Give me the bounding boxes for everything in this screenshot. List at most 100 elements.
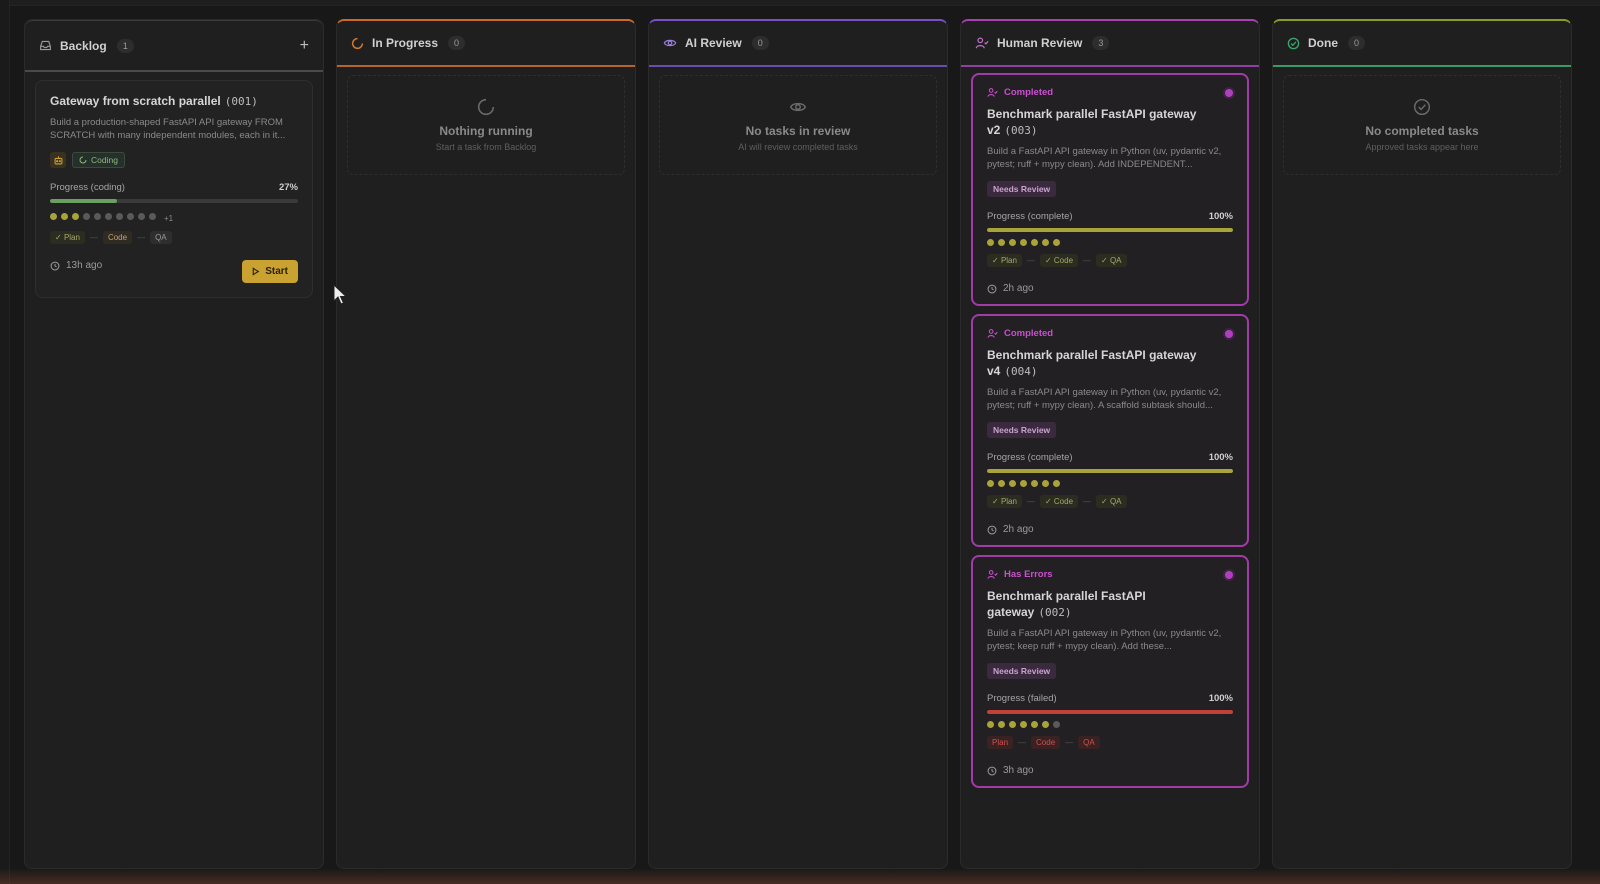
add-task-button[interactable]: + [300, 37, 309, 55]
time-label: 3h ago [1003, 765, 1034, 776]
task-description: Build a FastAPI API gateway in Python (u… [987, 146, 1222, 170]
column-title: Backlog [60, 38, 107, 53]
phase-separator: — [137, 233, 146, 242]
task-card[interactable]: Completed Benchmark parallel FastAPI gat… [971, 73, 1249, 306]
task-time: 3h ago [987, 765, 1233, 776]
subtask-dot [72, 213, 79, 220]
task-description: Build a production-shaped FastAPI API ga… [50, 117, 286, 141]
column-header-human-review: Human Review 3 [961, 21, 1259, 67]
mouse-cursor-icon [333, 284, 348, 305]
subtask-dot [116, 213, 123, 220]
phase-separator: — [89, 233, 98, 242]
spinner-icon [351, 37, 364, 49]
empty-state: No completed tasks Approved tasks appear… [1283, 75, 1561, 175]
phase-separator: — [1018, 738, 1027, 747]
column-title: In Progress [372, 36, 439, 50]
phase-qa: QA [1078, 736, 1100, 749]
progress-percent: 100% [1208, 693, 1233, 704]
phase-plan: ✓ Plan [987, 495, 1022, 508]
status-label: Has Errors [1004, 569, 1053, 580]
progress-label: Progress (complete) [987, 452, 1073, 463]
task-id: (004) [1004, 365, 1038, 378]
time-label: 13h ago [66, 260, 103, 271]
left-edge [0, 0, 10, 884]
column-count: 3 [1092, 36, 1110, 50]
progress-percent: 100% [1208, 452, 1233, 463]
progress-label: Progress (coding) [50, 182, 125, 193]
column-title: Human Review [997, 36, 1083, 50]
status-row: Completed [987, 328, 1233, 339]
phase-separator: — [1065, 738, 1074, 747]
column-title: Done [1308, 36, 1338, 50]
column-count: 1 [116, 38, 134, 53]
spinner-icon [79, 156, 87, 164]
time-label: 2h ago [1003, 524, 1034, 535]
phase-code: Code [102, 231, 133, 244]
subtask-dot [1053, 721, 1060, 728]
task-card[interactable]: Has Errors Benchmark parallel FastAPI ga… [971, 555, 1249, 788]
phase-code: Code [1031, 736, 1061, 749]
user-check-icon [975, 37, 989, 49]
phase-label: Plan [992, 738, 1009, 747]
eye-icon [663, 39, 677, 47]
subtask-dot [1009, 721, 1016, 728]
empty-subtitle: Approved tasks appear here [1365, 142, 1479, 152]
task-card[interactable]: Gateway from scratch parallel (001) Build… [35, 80, 313, 298]
subtask-dot [83, 213, 90, 220]
phase-label: Plan [1000, 256, 1017, 265]
coding-badge-label: Coding [91, 155, 118, 165]
subtask-dot [1009, 480, 1016, 487]
subtask-dot [61, 213, 68, 220]
column-done: Done 0 No completed tasks Approved tasks… [1272, 19, 1572, 869]
column-header-backlog: Backlog 1 + [25, 20, 323, 72]
clock-icon [987, 766, 997, 775]
start-button[interactable]: Start [242, 260, 298, 283]
phase-separator: — [1026, 497, 1035, 506]
check-circle-icon [1413, 98, 1431, 116]
bottom-glow [0, 868, 1600, 884]
column-count: 0 [448, 36, 466, 50]
play-icon [252, 267, 260, 276]
subtask-dot [1031, 480, 1038, 487]
robot-icon [50, 152, 66, 168]
task-title: Benchmark parallel FastAPI gateway v4 (00… [987, 347, 1233, 380]
task-description: Build a FastAPI API gateway in Python (u… [987, 628, 1222, 652]
task-title: Benchmark parallel FastAPI gateway (002) [987, 588, 1233, 621]
needs-review-badge: Needs Review [987, 663, 1057, 679]
clock-icon [50, 261, 60, 270]
eye-icon [789, 102, 807, 112]
phase-separator: — [1026, 256, 1035, 265]
progress-percent: 27% [278, 182, 298, 193]
task-id: (001) [224, 95, 258, 108]
progress-fill [50, 199, 117, 203]
progress-label: Progress (failed) [987, 693, 1057, 704]
progress-fill [987, 469, 1233, 473]
status-row: Completed [987, 87, 1233, 98]
top-bar [0, 0, 1600, 6]
empty-state: No tasks in review AI will review comple… [659, 75, 937, 175]
subtask-dot [987, 239, 994, 246]
status-row: Has Errors [987, 569, 1233, 580]
column-title: AI Review [685, 36, 742, 50]
phase-label: Code [1053, 497, 1074, 506]
kanban-board: Backlog 1 + Gateway from scratch paralle… [24, 19, 1572, 869]
subtask-dot [987, 480, 994, 487]
column-backlog: Backlog 1 + Gateway from scratch paralle… [24, 19, 324, 869]
phase-label: Plan [63, 233, 80, 242]
phase-qa: ✓ QA [1096, 254, 1127, 267]
spinner-icon [477, 98, 495, 116]
status-indicator [1225, 88, 1233, 97]
subtask-dot [1020, 480, 1027, 487]
column-header-ai-review: AI Review 0 [649, 21, 947, 67]
review-card-list: Completed Benchmark parallel FastAPI gat… [961, 73, 1259, 788]
phase-plan: ✓ Plan [50, 231, 85, 244]
column-count: 0 [751, 36, 769, 50]
subtask-dot [127, 213, 134, 220]
progress-percent: 100% [1208, 211, 1233, 222]
progress-label: Progress (complete) [987, 211, 1073, 222]
task-title-text: Gateway from scratch parallel [50, 94, 221, 108]
subtask-dot [998, 480, 1005, 487]
task-card[interactable]: Completed Benchmark parallel FastAPI gat… [971, 314, 1249, 547]
task-id: (002) [1038, 606, 1072, 619]
phase-label: Code [1036, 738, 1056, 747]
